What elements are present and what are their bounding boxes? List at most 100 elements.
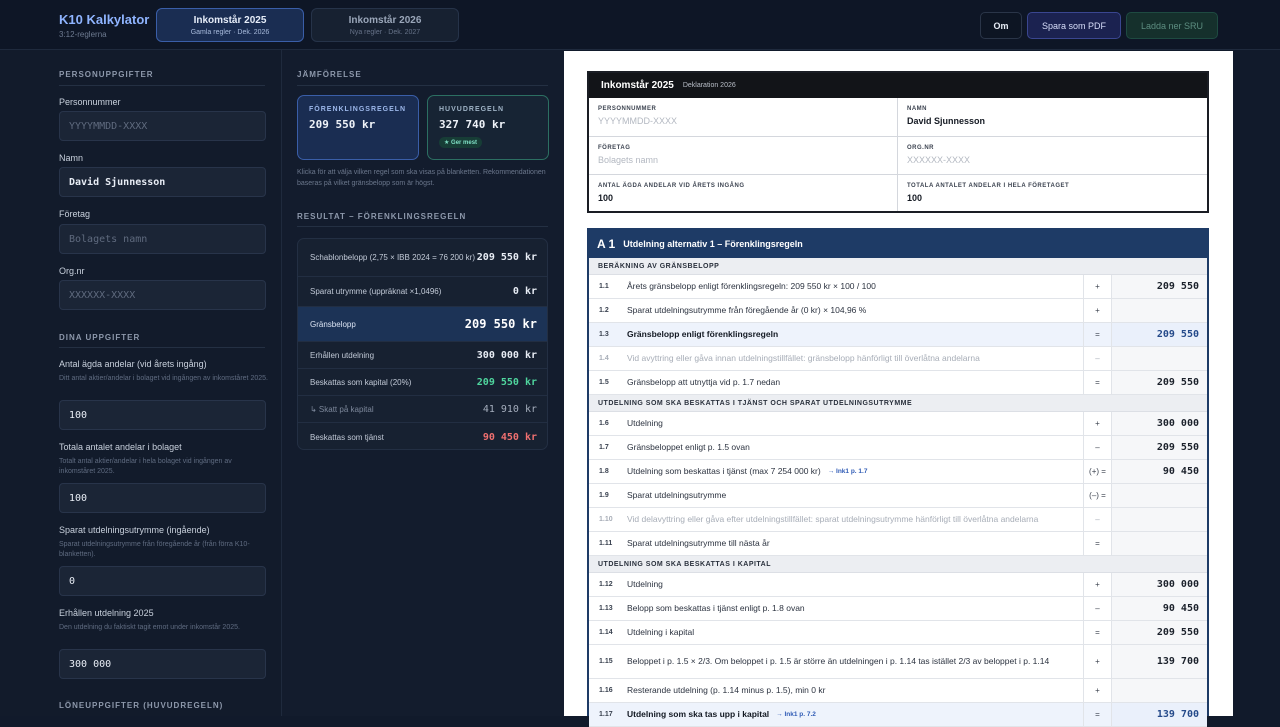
line-text: Utdelning som ska tas upp i kapital → Ink… xyxy=(621,703,1083,726)
download-sru-button[interactable]: Ladda ner SRU xyxy=(1126,12,1218,39)
antal-input[interactable]: 100 xyxy=(59,400,266,430)
tab-inkomstar-2025[interactable]: Inkomstår 2025 Gamla regler · Dek. 2026 xyxy=(156,8,304,42)
result-label: Beskattas som kapital (20%) xyxy=(310,377,412,387)
line-number: 1.15 xyxy=(599,658,613,665)
line-value: 139 700 xyxy=(1111,703,1207,726)
line-operator: + xyxy=(1083,299,1111,322)
result-row: Beskattas som kapital (20%) 209 550 kr xyxy=(298,369,547,396)
app-subtitle: 3:12-reglerna xyxy=(59,30,107,39)
erhallen-input[interactable]: 300 000 xyxy=(59,649,266,679)
form-year-sub: Deklaration 2026 xyxy=(682,82,736,89)
section-a1: A 1 Utdelning alternativ 1 – Förenklings… xyxy=(587,228,1209,727)
line-text: Utdelning som beskattas i tjänst (max 7 … xyxy=(621,460,1083,483)
line-text: Gränsbelopp att utnyttja vid p. 1.7 neda… xyxy=(621,371,1083,394)
card-label: HUVUDREGELN xyxy=(439,106,505,113)
result-row: Beskattas som tjänst 90 450 kr xyxy=(298,423,547,449)
tab-label: Inkomstår 2025 xyxy=(193,15,267,26)
line-text-label: Sparat utdelningsutrymme från föregående… xyxy=(627,305,867,315)
line-operator: = xyxy=(1083,621,1111,644)
line-value xyxy=(1111,347,1207,370)
form-line: 1.8 Utdelning som beskattas i tjänst (max… xyxy=(589,460,1207,484)
line-text-label: Utdelning som beskattas i tjänst (max 7 … xyxy=(627,466,821,476)
line-text-label: Vid delavyttring eller gåva efter utdeln… xyxy=(627,514,1039,524)
line-operator: – xyxy=(1083,508,1111,531)
line-value: 139 700 xyxy=(1111,645,1207,678)
brand: K10 Kalkylator 3:12-reglerna xyxy=(59,12,149,39)
line-value: 209 550 xyxy=(1111,371,1207,394)
line-value: 209 550 xyxy=(1111,621,1207,644)
line-number: 1.14 xyxy=(599,629,613,636)
form-cell-foretag: FÖRETAG Bolagets namn xyxy=(589,137,898,175)
totala-input[interactable]: 100 xyxy=(59,483,266,513)
result-label: Beskattas som tjänst xyxy=(310,432,384,442)
line-operator: (+) = xyxy=(1083,460,1111,483)
ink1-reference-link[interactable]: → Ink1 p. 7.2 xyxy=(776,709,816,720)
line-text: Årets gränsbelopp enligt förenklingsrege… xyxy=(621,275,1083,298)
sparat-help: Sparat utdelningsutrymme från föregående… xyxy=(59,541,250,558)
ink1-reference-link[interactable]: → Ink1 p. 1.7 xyxy=(828,466,868,477)
line-operator: = xyxy=(1083,703,1111,726)
line-operator: = xyxy=(1083,371,1111,394)
personnummer-input[interactable]: YYYYMMDD-XXXX xyxy=(59,111,266,141)
comparison-note: Klicka för att välja vilken regel som sk… xyxy=(297,169,546,187)
line-value: 90 450 xyxy=(1111,460,1207,483)
result-label: Gränsbelopp xyxy=(310,319,356,329)
result-value: 0 kr xyxy=(512,286,537,297)
divider xyxy=(59,347,265,348)
form-line: 1.11 Sparat utdelningsutrymme till nästa … xyxy=(589,532,1207,556)
result-row: Erhållen utdelning 300 000 kr xyxy=(298,342,547,369)
form-line: 1.17 Utdelning som ska tas upp i kapital →… xyxy=(589,703,1207,727)
line-text: Sparat utdelningsutrymme xyxy=(621,484,1083,507)
tab-label: Inkomstår 2026 xyxy=(348,15,422,26)
tab-inkomstar-2026[interactable]: Inkomstår 2026 Nya regler · Dek. 2027 xyxy=(311,8,459,42)
orgnr-input[interactable]: XXXXXX-XXXX xyxy=(59,280,266,310)
erhallen-help: Den utdelning du faktiskt tagit emot und… xyxy=(59,624,240,631)
line-operator: – xyxy=(1083,347,1111,370)
result-label: Sparat utrymme (uppräknat ×1,0496) xyxy=(310,287,442,296)
namn-input[interactable]: David Sjunnesson xyxy=(59,167,266,197)
line-text: Beloppet i p. 1.5 × 2/3. Om beloppet i p… xyxy=(621,645,1083,678)
form-line: 1.1 Årets gränsbelopp enligt förenklingsr… xyxy=(589,275,1207,299)
huvudregeln-card[interactable]: HUVUDREGELN 327 740 kr ★ Ger mest xyxy=(427,95,549,160)
line-operator: + xyxy=(1083,275,1111,298)
cell-label: TOTALA ANTALET ANDELAR I HELA FÖRETAGET xyxy=(907,183,1070,189)
line-text: Sparat utdelningsutrymme till nästa år xyxy=(621,532,1083,555)
form-line: 1.3 Gränsbelopp enligt förenklingsregeln =… xyxy=(589,323,1207,347)
forenklingsregeln-card[interactable]: FÖRENKLINGSREGELN 209 550 kr xyxy=(297,95,419,160)
save-pdf-button[interactable]: Spara som PDF xyxy=(1027,12,1121,39)
line-value: 209 550 xyxy=(1111,436,1207,459)
about-button[interactable]: Om xyxy=(980,12,1022,39)
divider xyxy=(297,85,548,86)
sparat-label: Sparat utdelningsutrymme (ingående) xyxy=(59,525,210,535)
line-number: 1.2 xyxy=(599,307,609,314)
antal-help: Ditt antal aktier/andelar i bolaget vid … xyxy=(59,375,268,382)
result-row: Sparat utrymme (uppräknat ×1,0496) 0 kr xyxy=(298,277,547,307)
line-text-label: Årets gränsbelopp enligt förenklingsrege… xyxy=(627,281,876,291)
form-cell-orgnr: ORG.NR XXXXXX-XXXX xyxy=(898,137,1207,175)
line-text: Sparat utdelningsutrymme från föregående… xyxy=(621,299,1083,322)
line-text: Utdelning i kapital xyxy=(621,621,1083,644)
line-number: 1.4 xyxy=(599,355,609,362)
cell-label: PERSONNUMMER xyxy=(598,106,657,112)
line-text-label: Sparat utdelningsutrymme till nästa år xyxy=(627,538,770,548)
foretag-input[interactable]: Bolagets namn xyxy=(59,224,266,254)
line-text: Utdelning xyxy=(621,412,1083,435)
result-row: Schablonbelopp (2,75 × IBB 2024 = 76 200… xyxy=(298,239,547,277)
sparat-input[interactable]: 0 xyxy=(59,566,266,596)
line-value: 209 550 xyxy=(1111,323,1207,346)
line-text: Vid avyttring eller gåva innan utdelning… xyxy=(621,347,1083,370)
section-title-lone: LÖNEUPPGIFTER (HUVUDREGELN) xyxy=(59,701,224,710)
card-value: 327 740 kr xyxy=(439,118,506,131)
a1-title: Utdelning alternativ 1 – Förenklingsrege… xyxy=(623,239,803,249)
line-number: 1.7 xyxy=(599,444,609,451)
line-text: Gränsbeloppet enligt p. 1.5 ovan xyxy=(621,436,1083,459)
a1-number: A 1 xyxy=(597,237,616,251)
form-year-header: Inkomstår 2025 Deklaration 2026 xyxy=(589,73,1207,98)
erhallen-label: Erhållen utdelning 2025 xyxy=(59,608,154,618)
cell-value: Bolagets namn xyxy=(598,155,659,165)
line-number: 1.17 xyxy=(599,711,613,718)
line-value xyxy=(1111,484,1207,507)
line-text: Resterande utdelning (p. 1.14 minus p. 1… xyxy=(621,679,1083,702)
cell-label: FÖRETAG xyxy=(598,145,631,151)
line-operator: (–) = xyxy=(1083,484,1111,507)
